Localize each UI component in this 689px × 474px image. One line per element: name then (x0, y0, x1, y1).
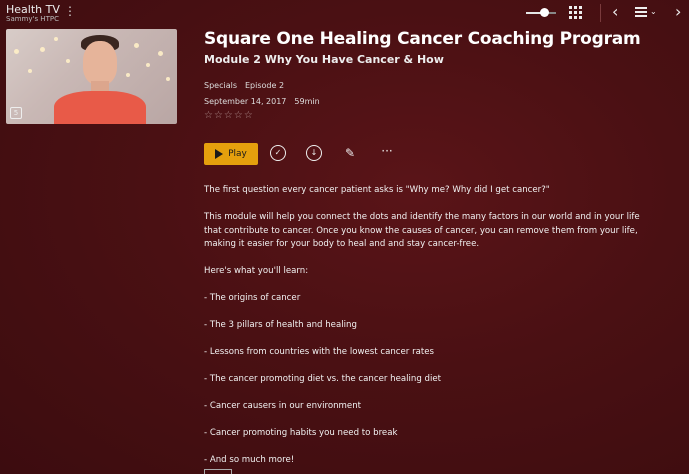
play-icon (215, 149, 224, 159)
description-bullet: - The cancer promoting diet vs. the canc… (204, 374, 442, 384)
watched-badge-icon: 5 (10, 107, 22, 119)
check-circle-icon[interactable]: ✓ (270, 145, 286, 161)
star-rating[interactable]: ☆☆☆☆☆ (204, 110, 254, 121)
description-bullet: - The origins of cancer (204, 293, 301, 303)
toolbar-divider (600, 4, 601, 22)
description: The first question every cancer patient … (204, 184, 644, 474)
server-name: Sammy's HTPC (6, 15, 59, 23)
download-icon[interactable]: ↓ (306, 145, 322, 161)
description-bullet: - Cancer promoting habits you need to br… (204, 428, 398, 438)
description-bullet: - The 3 pillars of health and healing (204, 320, 357, 330)
description-bullet: - Cancer causers in our environment (204, 401, 362, 411)
back-icon[interactable]: ‹ (612, 4, 618, 20)
description-bullet: - Lessons from countries with the lowest… (204, 347, 435, 357)
list-icon[interactable] (635, 7, 647, 17)
description-paragraph: Here's what you'll learn: (204, 266, 309, 276)
description-paragraph: This module will help you connect the do… (204, 212, 640, 249)
episode-label: Episode 2 (245, 81, 285, 90)
play-button[interactable]: Play (204, 143, 258, 165)
item-subtitle: Module 2 Why You Have Cancer & How (204, 53, 444, 66)
play-label: Play (228, 149, 247, 159)
top-bar: Health TV Sammy's HTPC ⋮ ‹ ⌄ › (0, 0, 689, 28)
scroll-indicator (204, 469, 232, 474)
item-title: Square One Healing Cancer Coaching Progr… (204, 29, 641, 49)
description-bullet: - And so much more! (204, 455, 295, 465)
date-duration: September 14, 2017 59min (204, 97, 328, 106)
season-episode: Specials Episode 2 (204, 81, 292, 90)
pencil-icon[interactable]: ✎ (342, 145, 358, 161)
duration: 59min (294, 97, 320, 106)
kebab-menu-icon[interactable]: ⋮ (64, 5, 76, 17)
chevron-down-icon[interactable]: ⌄ (650, 7, 657, 16)
description-paragraph: The first question every cancer patient … (204, 185, 550, 195)
episode-thumbnail[interactable]: 5 (6, 29, 177, 124)
season-link[interactable]: Specials (204, 81, 237, 90)
air-date: September 14, 2017 (204, 97, 287, 106)
slider-knob[interactable] (540, 8, 549, 17)
grid-icon[interactable] (569, 6, 582, 19)
more-icon[interactable]: ··· (379, 145, 395, 161)
forward-icon[interactable]: › (675, 4, 681, 20)
